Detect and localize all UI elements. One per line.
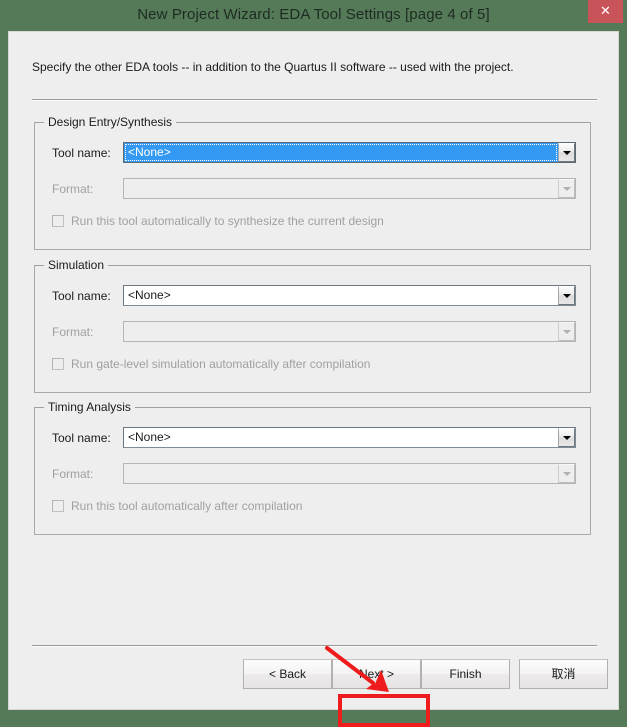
checkbox-run-auto-timing: Run this tool automatically after compil… <box>52 499 302 513</box>
group-legend-simulation: Simulation <box>44 258 109 272</box>
back-button[interactable]: < Back <box>243 659 332 689</box>
combo-tool-name-design[interactable]: <None> <box>123 142 576 163</box>
combo-format-timing <box>123 463 576 484</box>
label-tool-name-timing: Tool name: <box>52 431 111 445</box>
close-icon: ✕ <box>600 3 611 18</box>
checkbox-label-run-auto-simulation: Run gate-level simulation automatically … <box>71 357 371 371</box>
checkbox-box-icon <box>52 215 64 227</box>
close-button[interactable]: ✕ <box>588 0 623 23</box>
title-bar: New Project Wizard: EDA Tool Settings [p… <box>0 0 627 31</box>
combo-format-design <box>123 178 576 199</box>
combo-format-design-value <box>124 179 558 198</box>
chevron-down-icon[interactable] <box>558 286 575 305</box>
group-legend-timing-analysis: Timing Analysis <box>44 400 135 414</box>
chevron-down-icon <box>558 322 575 341</box>
group-simulation: Simulation Tool name: <None> Format: Run… <box>34 258 591 393</box>
label-tool-name-simulation: Tool name: <box>52 289 111 303</box>
checkbox-box-icon <box>52 500 64 512</box>
dialog-window: New Project Wizard: EDA Tool Settings [p… <box>0 0 627 727</box>
intro-text: Specify the other EDA tools -- in additi… <box>32 60 514 74</box>
label-format-design: Format: <box>52 182 94 196</box>
group-design-entry-synthesis: Design Entry/Synthesis Tool name: <None>… <box>34 115 591 250</box>
label-tool-name-design: Tool name: <box>52 146 111 160</box>
checkbox-label-run-auto-timing: Run this tool automatically after compil… <box>71 499 303 513</box>
window-title: New Project Wizard: EDA Tool Settings [p… <box>137 6 490 23</box>
combo-format-simulation-value <box>124 322 558 341</box>
group-legend-design-entry-synthesis: Design Entry/Synthesis <box>44 115 177 129</box>
separator-bottom <box>32 645 597 647</box>
chevron-down-icon <box>558 179 575 198</box>
combo-tool-name-timing-value: <None> <box>128 430 171 444</box>
next-button[interactable]: Next > <box>332 659 421 689</box>
separator-top <box>32 99 597 101</box>
cancel-button[interactable]: 取消 <box>519 659 608 689</box>
checkbox-run-auto-simulation: Run gate-level simulation automatically … <box>52 357 370 371</box>
combo-tool-name-simulation[interactable]: <None> <box>123 285 576 306</box>
chevron-down-icon[interactable] <box>558 428 575 447</box>
finish-button[interactable]: Finish <box>421 659 510 689</box>
combo-tool-name-design-value: <None> <box>124 143 558 162</box>
annotation-highlight-box <box>338 694 430 727</box>
combo-tool-name-timing[interactable]: <None> <box>123 427 576 448</box>
group-timing-analysis: Timing Analysis Tool name: <None> Format… <box>34 400 591 535</box>
chevron-down-icon[interactable] <box>558 143 575 162</box>
chevron-down-icon <box>558 464 575 483</box>
checkbox-label-run-auto-design: Run this tool automatically to synthesiz… <box>71 214 384 228</box>
label-format-simulation: Format: <box>52 325 94 339</box>
combo-format-simulation <box>123 321 576 342</box>
dialog-client-area: Specify the other EDA tools -- in additi… <box>8 31 619 727</box>
checkbox-box-icon <box>52 358 64 370</box>
checkbox-run-auto-design: Run this tool automatically to synthesiz… <box>52 214 384 228</box>
combo-tool-name-simulation-value: <None> <box>128 288 171 302</box>
label-format-timing: Format: <box>52 467 94 481</box>
combo-format-timing-value <box>124 464 558 483</box>
